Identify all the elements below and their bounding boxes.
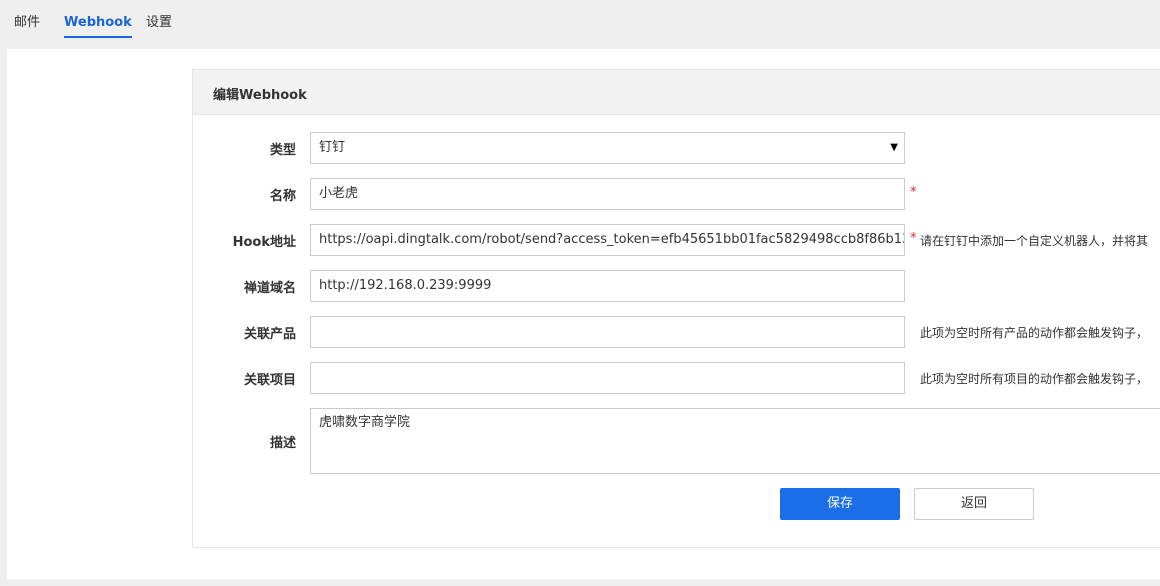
- description-textarea[interactable]: 虎啸数字商学院: [310, 408, 1160, 474]
- domain-label: 禅道域名: [243, 281, 296, 296]
- products-hint: 此项为空时所有产品的动作都会触发钩子，: [920, 326, 1149, 340]
- type-label: 类型: [269, 143, 296, 158]
- type-select-value: 钉钉: [319, 140, 346, 155]
- chevron-down-icon: ▼: [890, 142, 898, 153]
- products-label: 关联产品: [243, 327, 296, 342]
- projects-label: 关联项目: [243, 373, 296, 388]
- projects-hint: 此项为空时所有项目的动作都会触发钩子，: [920, 372, 1149, 386]
- name-required-mark: *: [910, 185, 917, 200]
- tab-settings[interactable]: 设置: [146, 14, 172, 38]
- name-label: 名称: [269, 189, 296, 204]
- top-nav: 邮件 Webhook 设置: [0, 0, 1160, 48]
- tab-mail[interactable]: 邮件: [14, 14, 40, 38]
- projects-input[interactable]: [310, 362, 905, 394]
- tab-webhook[interactable]: Webhook: [64, 14, 132, 38]
- domain-input[interactable]: http://192.168.0.239:9999: [310, 270, 905, 302]
- hook-hint: 请在钉钉中添加一个自定义机器人，并将其: [920, 234, 1149, 248]
- back-button[interactable]: 返回: [914, 488, 1034, 520]
- hook-url-input[interactable]: https://oapi.dingtalk.com/robot/send?acc…: [310, 224, 905, 256]
- hook-required-mark: *: [910, 231, 917, 246]
- save-button[interactable]: 保存: [780, 488, 900, 520]
- name-input[interactable]: 小老虎: [310, 178, 905, 210]
- hook-label: Hook地址: [232, 235, 296, 250]
- panel-header: 编辑Webhook: [193, 70, 1160, 115]
- panel-title: 编辑Webhook: [213, 88, 307, 103]
- type-select[interactable]: 钉钉 ▼: [310, 132, 905, 164]
- products-input[interactable]: [310, 316, 905, 348]
- desc-label: 描述: [269, 436, 296, 451]
